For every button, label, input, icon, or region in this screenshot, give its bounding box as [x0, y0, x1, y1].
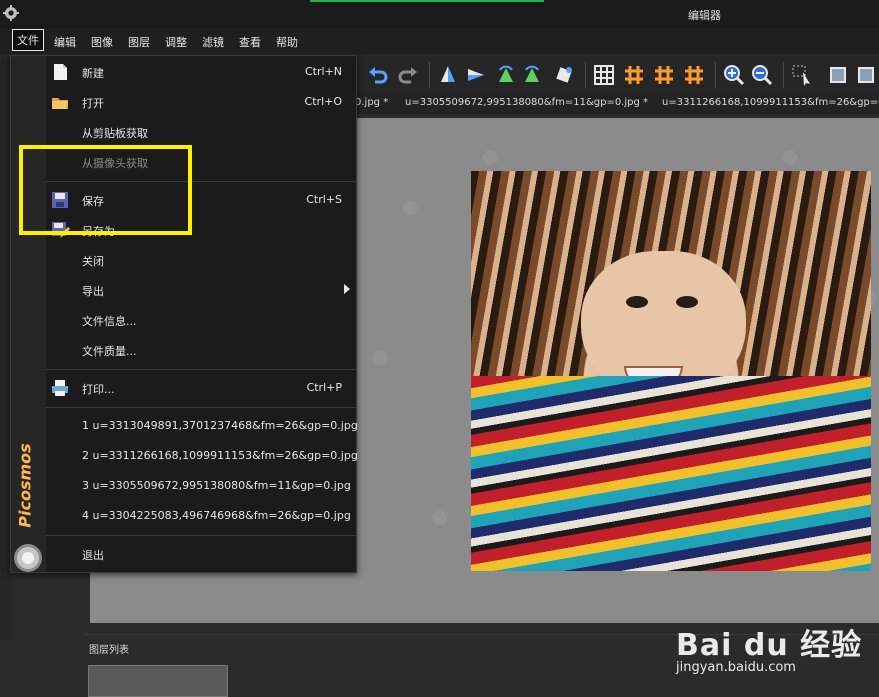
menu-item-export[interactable]: 导出 [46, 278, 356, 302]
crop-icon[interactable] [827, 64, 849, 86]
menu-layer[interactable]: 图层 [128, 34, 150, 50]
rotate-right-icon[interactable] [521, 64, 543, 86]
new-document-icon [54, 64, 67, 80]
photo-eye [626, 296, 648, 308]
menu-view[interactable]: 查看 [239, 34, 261, 50]
background-flower [360, 338, 400, 378]
toolbar [355, 54, 879, 95]
title-bar: 编辑器 [0, 0, 879, 28]
menu-item-label: 新建 [82, 67, 104, 80]
document-tab[interactable]: 0.jpg * [355, 97, 388, 108]
menu-item-recent-4[interactable]: 4 u=3304225083,496746968&fm=26&gp=0.jpg [46, 504, 356, 528]
guide-grid-3-icon[interactable] [683, 64, 705, 86]
select-arrow-icon[interactable] [791, 64, 813, 86]
document-tab[interactable]: u=3305509672,995138080&fm=11&gp=0.jpg * [405, 97, 648, 108]
toolbar-separator [783, 62, 784, 88]
menu-item-from-clipboard[interactable]: 从剪贴板获取 [46, 120, 356, 144]
edited-photo[interactable] [471, 171, 871, 571]
submenu-arrow-icon [344, 284, 350, 294]
background-flower [420, 498, 460, 538]
menu-item-label: 退出 [82, 549, 104, 562]
menu-file[interactable]: 文件 [12, 29, 44, 51]
menu-filter[interactable]: 滤镜 [202, 34, 224, 50]
guide-grid-icon[interactable] [623, 64, 645, 86]
menu-item-shortcut: Ctrl+O [304, 95, 342, 108]
menu-item-exit[interactable]: 退出 [46, 542, 356, 566]
menu-bar: 文件 编辑 图像 图层 调整 滤镜 查看 帮助 [0, 28, 879, 54]
menu-help[interactable]: 帮助 [276, 34, 298, 50]
grid-icon[interactable] [593, 64, 615, 86]
menu-item-label: 导出 [82, 285, 104, 298]
flip-horizontal-icon[interactable] [465, 64, 487, 86]
menu-item-recent-3[interactable]: 3 u=3305509672,995138080&fm=11&gp=0.jpg [46, 474, 356, 498]
brand-gear-icon [14, 544, 42, 572]
menu-separator [46, 535, 356, 536]
redo-icon[interactable] [397, 64, 419, 86]
undo-icon[interactable] [367, 64, 389, 86]
window-title: 编辑器 [688, 9, 721, 22]
accent-line [310, 0, 544, 2]
flip-vertical-icon[interactable] [437, 64, 459, 86]
layer-panel-title: 图层列表 [89, 645, 129, 656]
photo-eye [676, 296, 698, 308]
print-icon [52, 380, 68, 396]
toolbar-separator [585, 62, 586, 88]
menu-item-close[interactable]: 关闭 [46, 248, 356, 272]
document-tabs: 0.jpg * u=3305509672,995138080&fm=11&gp=… [355, 94, 879, 114]
menu-item-new[interactable]: 新建 Ctrl+N [46, 60, 356, 84]
menu-item-label: 文件信息... [82, 315, 137, 328]
menu-separator [46, 369, 356, 370]
app-gear-icon[interactable] [3, 5, 19, 21]
brand-label: Picosmos [15, 443, 35, 528]
toolbar-separator [715, 62, 716, 88]
menu-item-label: 从剪贴板获取 [82, 127, 148, 140]
menu-item-open[interactable]: 打开 Ctrl+O [46, 90, 356, 114]
menu-item-label: 1 u=3313049891,3701237468&fm=26&gp=0.jpg [82, 419, 358, 432]
menu-item-shortcut: Ctrl+P [306, 381, 342, 394]
menu-adjust[interactable]: 调整 [165, 34, 187, 50]
menu-item-recent-1[interactable]: 1 u=3313049891,3701237468&fm=26&gp=0.jpg [46, 414, 358, 438]
menu-item-recent-2[interactable]: 2 u=3311266168,1099911153&fm=26&gp=0.jpg [46, 444, 358, 468]
menu-item-file-info[interactable]: 文件信息... [46, 308, 356, 332]
menu-item-label: 打印... [82, 383, 115, 396]
menu-item-print[interactable]: 打印... Ctrl+P [46, 376, 356, 400]
baidu-watermark: Bai du 经验 jingyan.baidu.com [676, 620, 862, 675]
photo-clothing-pattern [471, 376, 871, 571]
menu-item-file-quality[interactable]: 文件质量... [46, 338, 356, 362]
open-folder-icon [52, 98, 68, 109]
menu-item-shortcut: Ctrl+N [304, 65, 342, 78]
layer-thumbnail[interactable] [88, 665, 228, 697]
file-menu: Picosmos 新建 Ctrl+N 打开 Ctrl+O 从剪贴板获取 从摄像头… [10, 55, 358, 573]
watermark-brand: Bai du 经验 [676, 628, 863, 663]
menu-item-label: 3 u=3305509672,995138080&fm=11&gp=0.jpg [82, 479, 351, 492]
guide-grid-2-icon[interactable] [653, 64, 675, 86]
document-tab[interactable]: u=3311266168,1099911153&fm=26&gp=0.jpg * [662, 97, 879, 108]
resize-icon[interactable] [855, 64, 877, 86]
annotation-highlight-box [19, 145, 192, 235]
rotate-free-icon[interactable] [553, 64, 575, 86]
toolbar-separator [429, 62, 430, 88]
menu-item-label: 2 u=3311266168,1099911153&fm=26&gp=0.jpg [82, 449, 358, 462]
background-flower [390, 188, 430, 228]
zoom-in-icon[interactable] [723, 64, 745, 86]
menu-item-shortcut: Ctrl+S [306, 193, 342, 206]
menu-edit[interactable]: 编辑 [54, 34, 76, 50]
menu-item-label: 关闭 [82, 255, 104, 268]
menu-image[interactable]: 图像 [91, 34, 113, 50]
menu-item-label: 4 u=3304225083,496746968&fm=26&gp=0.jpg [82, 509, 351, 522]
menu-item-label: 打开 [82, 97, 104, 110]
menu-item-label: 文件质量... [82, 345, 137, 358]
menu-separator [46, 407, 356, 408]
rotate-left-icon[interactable] [495, 64, 517, 86]
zoom-out-icon[interactable] [751, 64, 773, 86]
